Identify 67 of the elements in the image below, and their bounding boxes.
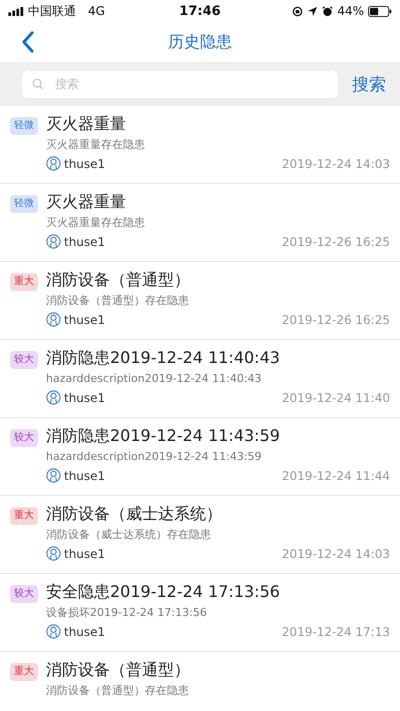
hazard-time: 2019-12-24 11:40 [282, 390, 390, 404]
search-icon [32, 78, 44, 90]
severity-tag: 较大 [10, 351, 38, 369]
user-name: thuse1 [64, 468, 106, 482]
hazard-list-item[interactable]: 重大 消防设备（威士达系统） 消防设备（威士达系统）存在隐患 thuse1 2019-12-24 14:03 [0, 496, 400, 574]
hazard-time: 2019-12-24 11:44 [282, 468, 390, 482]
user-icon [46, 624, 61, 639]
hazard-description: hazarddescription2019-12-24 11:43:59 [46, 450, 263, 464]
user-name: thuse1 [64, 234, 106, 248]
hazard-title: 灭火器重量 [46, 192, 127, 212]
hazard-description: hazarddescription2019-12-24 11:40:43 [46, 372, 263, 386]
user-name: thuse1 [64, 390, 106, 404]
search-button[interactable]: 搜索 [348, 70, 390, 98]
hazard-time: 2019-12-24 14:03 [282, 546, 390, 560]
hazard-list-item[interactable]: 较大 消防隐患2019-12-24 11:40:43 hazarddescription2019-12-24 11:40:43 thuse1 2019-12-24 11:40 [0, 340, 400, 418]
user-icon [46, 234, 61, 249]
severity-tag: 较大 [10, 429, 38, 447]
user-name: thuse1 [64, 156, 106, 170]
severity-tag: 重大 [10, 663, 38, 681]
hazard-list-item[interactable]: 轻微 灭火器重量 灭火器重量存在隐患 thuse1 2019-12-26 16:25 [0, 184, 400, 262]
hazard-title: 消防设备（威士达系统） [46, 504, 223, 524]
hazard-title: 消防隐患2019-12-24 11:43:59 [46, 426, 281, 446]
location-icon [307, 6, 318, 16]
hazard-description: 消防设备（威士达系统）存在隐患 [46, 528, 212, 542]
back-icon[interactable] [21, 31, 34, 53]
page-title: 历史隐患 [168, 32, 232, 52]
hazard-list-item[interactable]: 较大 消防隐患2019-12-24 11:43:59 hazarddescription2019-12-24 11:43:59 thuse1 2019-12-24 11:44 [0, 418, 400, 496]
severity-tag: 轻微 [10, 195, 38, 213]
user-name: thuse1 [64, 546, 106, 560]
status-time: 17:46 [179, 4, 221, 18]
hazard-title: 灭火器重量 [46, 114, 127, 134]
rotation-lock-icon [292, 6, 304, 16]
hazard-time: 2019-12-26 16:25 [282, 312, 390, 326]
signal-icon [8, 6, 24, 16]
network-type: 4G [88, 4, 105, 18]
hazard-time: 2019-12-24 17:13 [282, 624, 390, 638]
hazard-time: 2019-12-26 16:25 [282, 234, 390, 248]
hazard-description: 消防设备（普通型）存在隐患 [46, 294, 190, 308]
battery-percent: 44% [337, 4, 364, 18]
severity-tag: 较大 [10, 585, 38, 603]
severity-tag: 重大 [10, 507, 38, 525]
hazard-list-item[interactable]: 重大 消防设备（普通型） 消防设备（普通型）存在隐患 [0, 652, 400, 711]
alarm-icon [322, 6, 334, 16]
severity-tag: 重大 [10, 273, 38, 291]
hazard-description: 设备损坏2019-12-24 17:13:56 [46, 606, 208, 620]
hazard-title: 消防隐患2019-12-24 11:40:43 [46, 348, 281, 368]
hazard-description: 灭火器重量存在隐患 [46, 216, 146, 230]
battery-icon [368, 6, 392, 16]
hazard-list-item[interactable]: 较大 安全隐患2019-12-24 17:13:56 设备损坏2019-12-24 17:13:56 thuse1 2019-12-24 17:13 [0, 574, 400, 652]
hazard-list-item[interactable]: 重大 消防设备（普通型） 消防设备（普通型）存在隐患 thuse1 2019-12-26 16:25 [0, 262, 400, 340]
severity-tag: 轻微 [10, 117, 38, 135]
hazard-title: 消防设备（普通型） [46, 660, 191, 680]
hazard-list-item[interactable]: 轻微 灭火器重量 灭火器重量存在隐患 thuse1 2019-12-24 14:03 [0, 106, 400, 184]
user-icon [46, 468, 61, 483]
hazard-description: 灭火器重量存在隐患 [46, 138, 146, 152]
user-name: thuse1 [64, 312, 106, 326]
search-field[interactable]: 搜索 [22, 70, 338, 98]
hazard-description: 消防设备（普通型）存在隐患 [46, 684, 190, 698]
hazard-time: 2019-12-24 14:03 [282, 156, 390, 170]
user-icon [46, 156, 61, 171]
user-icon [46, 546, 61, 561]
user-name: thuse1 [64, 624, 106, 638]
user-icon [46, 390, 61, 405]
user-icon [46, 312, 61, 327]
hazard-title: 消防设备（普通型） [46, 270, 191, 290]
carrier-name: 中国联通 [28, 2, 76, 20]
hazard-title: 安全隐患2019-12-24 17:13:56 [46, 582, 281, 602]
